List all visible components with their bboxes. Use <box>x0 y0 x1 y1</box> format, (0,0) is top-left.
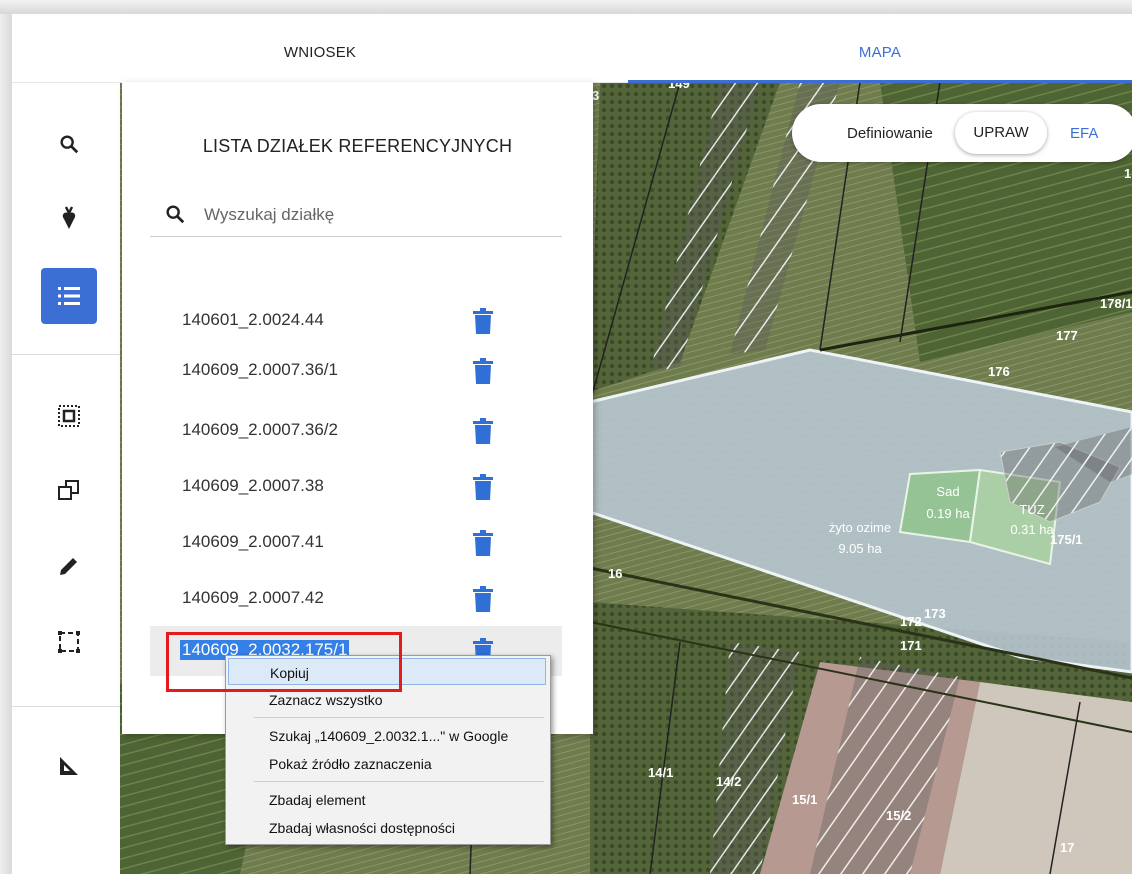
parcel-label-178-1: 178/1 <box>1100 296 1132 311</box>
crop-area-label: 0.31 ha <box>1010 522 1054 537</box>
menu-item-view-selection-source[interactable]: Pokaż źródło zaznaczenia <box>228 750 546 777</box>
measure-icon <box>60 757 78 775</box>
copy-shapes-icon <box>58 480 79 500</box>
parcel-label-17: 17 <box>1060 840 1074 855</box>
mode-label: Definiowanie <box>847 125 933 142</box>
parcel-id: 140609_2.0007.36/2 <box>182 420 338 439</box>
menu-separator <box>254 717 544 718</box>
parcel-label-176: 176 <box>988 364 1010 379</box>
trash-icon[interactable] <box>472 530 494 556</box>
search-tool-button[interactable] <box>41 116 97 172</box>
panel-title: LISTA DZIAŁEK REFERENCYJNYCH <box>202 136 513 156</box>
parcel-list-button[interactable] <box>41 268 97 324</box>
parcel-id: 140609_2.0007.42 <box>182 588 324 607</box>
menu-item-inspect-accessibility[interactable]: Zbadaj własności dostępności <box>228 814 546 841</box>
tab-mapa[interactable]: MAPA <box>628 14 1132 82</box>
trash-icon[interactable] <box>472 474 494 500</box>
trash-icon[interactable] <box>472 358 494 384</box>
parcel-search <box>150 194 562 237</box>
mode-upraw-button[interactable]: UPRAW <box>955 112 1047 154</box>
edit-button[interactable] <box>41 538 97 594</box>
map-toolbar <box>12 82 120 874</box>
select-area-icon <box>58 405 80 427</box>
list-item[interactable]: 140609_2.0007.36/2 <box>150 406 562 456</box>
parcel-label-14-2: 14/2 <box>716 774 741 789</box>
list-item[interactable]: 140609_2.0007.36/1 <box>150 346 562 396</box>
draw-rectangle-icon <box>58 631 80 653</box>
crop-tool-button[interactable] <box>41 190 97 246</box>
copy-shapes-button[interactable] <box>41 462 97 518</box>
list-item[interactable]: 140601_2.0024.44 <box>150 296 562 346</box>
tab-bar: WNIOSEK MAPA <box>12 14 1132 83</box>
parcel-label-172: 172 <box>900 614 922 629</box>
parcel-label-16: 16 <box>608 566 622 581</box>
parcel-label-177: 177 <box>1056 328 1078 343</box>
menu-item-label: Zbadaj element <box>269 792 366 808</box>
app-window: WNIOSEK MAPA 149 178/1 177 176 175/1 16 … <box>0 0 1132 874</box>
crop-icon <box>62 206 76 229</box>
parcel-id: 140609_2.0007.41 <box>182 532 324 551</box>
parcel-label-173: 173 <box>924 606 946 621</box>
crop-name-label: Sad <box>936 484 959 499</box>
toolbar-divider <box>12 706 120 707</box>
menu-item-label: Szukaj „140609_2.0032.1..." w Google <box>269 728 509 744</box>
list-item[interactable]: 140609_2.0007.38 <box>150 462 562 512</box>
parcel-id: 140601_2.0024.44 <box>182 310 324 329</box>
search-icon <box>164 203 186 230</box>
map-mode-switch: Definiowanie UPRAW EFA <box>792 104 1132 162</box>
parcel-label-14-1: 14/1 <box>648 765 673 780</box>
parcel-id: 140609_2.0007.38 <box>182 476 324 495</box>
crop-area-label: 0.19 ha <box>926 506 970 521</box>
parcel-label-175-1: 175/1 <box>1050 532 1083 547</box>
menu-item-inspect-element[interactable]: Zbadaj element <box>228 786 546 813</box>
list-item[interactable]: 140609_2.0007.41 <box>150 518 562 568</box>
mode-efa-button[interactable]: EFA <box>1070 125 1098 142</box>
list-item[interactable]: 140609_2.0007.42 <box>150 574 562 624</box>
trash-icon[interactable] <box>472 586 494 612</box>
list-icon <box>58 287 80 305</box>
menu-item-label: Zaznacz wszystko <box>269 692 383 708</box>
draw-rectangle-button[interactable] <box>41 614 97 670</box>
toolbar-divider <box>12 354 120 355</box>
search-icon <box>60 135 79 154</box>
parcel-search-input[interactable] <box>202 200 546 230</box>
select-area-button[interactable] <box>41 388 97 444</box>
parcel-id: 140609_2.0007.36/1 <box>182 360 338 379</box>
menu-separator <box>254 781 544 782</box>
crop-name-label: żyto ozime <box>829 520 891 535</box>
edit-pencil-icon <box>60 558 77 575</box>
parcel-label-3: 3 <box>592 88 599 103</box>
parcel-label-15-1: 15/1 <box>792 792 817 807</box>
active-tab-indicator <box>628 80 1132 83</box>
highlight-annotation <box>166 632 402 692</box>
trash-icon[interactable] <box>472 418 494 444</box>
parcel-label-1: 1 <box>1124 166 1131 181</box>
parcel-label-171: 171 <box>900 638 922 653</box>
parcel-label-15-2: 15/2 <box>886 808 911 823</box>
parcel-label-149: 149 <box>668 82 690 91</box>
crop-area-label: 9.05 ha <box>838 541 882 556</box>
tab-wniosek[interactable]: WNIOSEK <box>12 14 628 82</box>
trash-icon[interactable] <box>472 308 494 334</box>
menu-item-label: Zbadaj własności dostępności <box>269 820 455 836</box>
menu-item-label: Pokaż źródło zaznaczenia <box>269 756 432 772</box>
crop-name-label: TUZ <box>1019 502 1044 517</box>
menu-item-search-google[interactable]: Szukaj „140609_2.0032.1..." w Google <box>228 722 546 749</box>
measure-button[interactable] <box>41 738 97 794</box>
